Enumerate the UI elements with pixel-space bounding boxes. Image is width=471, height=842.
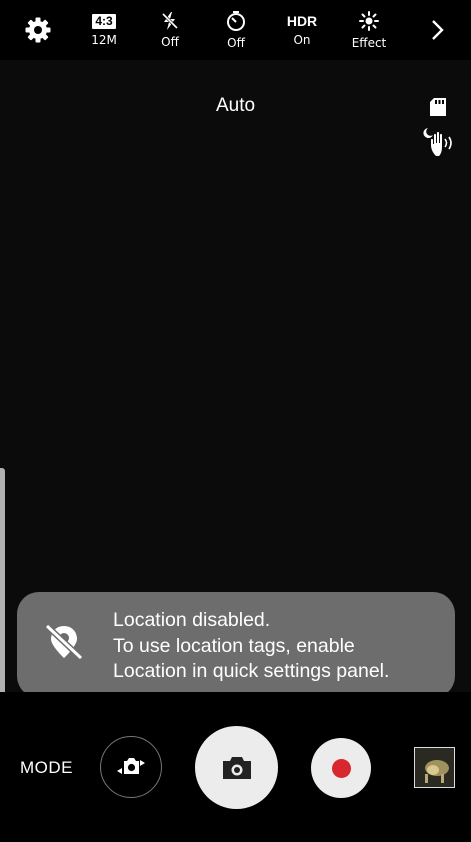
toast-message: Location disabled. To use location tags,… xyxy=(113,608,443,685)
switch-camera-button[interactable] xyxy=(100,736,162,798)
effect-button[interactable]: Effect xyxy=(344,0,394,60)
settings-button[interactable] xyxy=(16,0,60,60)
palm-gesture-icon xyxy=(422,126,456,163)
flash-label: Off xyxy=(161,35,179,49)
picture-size-button[interactable]: 4:3 12M xyxy=(82,0,126,60)
hdr-button[interactable]: HDR On xyxy=(280,0,324,60)
timer-label: Off xyxy=(227,36,245,50)
shutter-button[interactable] xyxy=(195,726,278,809)
timer-icon xyxy=(227,11,245,31)
toast-line: Location in quick settings panel. xyxy=(113,660,390,682)
aspect-ratio-badge: 4:3 xyxy=(92,13,116,29)
timer-button[interactable]: Off xyxy=(214,0,258,60)
toast-line: To use location tags, enable xyxy=(113,634,355,657)
sd-card-icon xyxy=(429,97,447,122)
location-off-icon xyxy=(41,618,87,669)
camera-icon xyxy=(222,756,251,779)
gallery-thumbnail-image xyxy=(415,748,454,787)
switch-camera-icon xyxy=(117,758,145,774)
chevron-right-icon xyxy=(432,20,444,40)
hdr-label: On xyxy=(293,33,311,47)
record-icon xyxy=(331,758,351,778)
flash-off-icon xyxy=(161,12,179,30)
gear-icon xyxy=(25,17,51,43)
effect-label: Effect xyxy=(351,36,387,50)
hdr-title: HDR xyxy=(286,13,318,29)
picture-size-label: 12M xyxy=(91,32,117,47)
record-button[interactable] xyxy=(311,738,371,798)
toast-line: Location disabled. xyxy=(113,609,271,631)
location-toast: Location disabled. To use location tags,… xyxy=(17,592,455,698)
shooting-mode-label: Auto xyxy=(215,95,256,116)
more-settings-button[interactable] xyxy=(420,0,454,60)
effect-icon xyxy=(359,11,379,31)
camera-top-bar: 4:3 12M Off Off HDR On Effect xyxy=(0,0,471,60)
gallery-thumbnail[interactable] xyxy=(414,747,455,788)
mode-button[interactable]: MODE xyxy=(20,758,73,778)
flash-button[interactable]: Off xyxy=(148,0,192,60)
